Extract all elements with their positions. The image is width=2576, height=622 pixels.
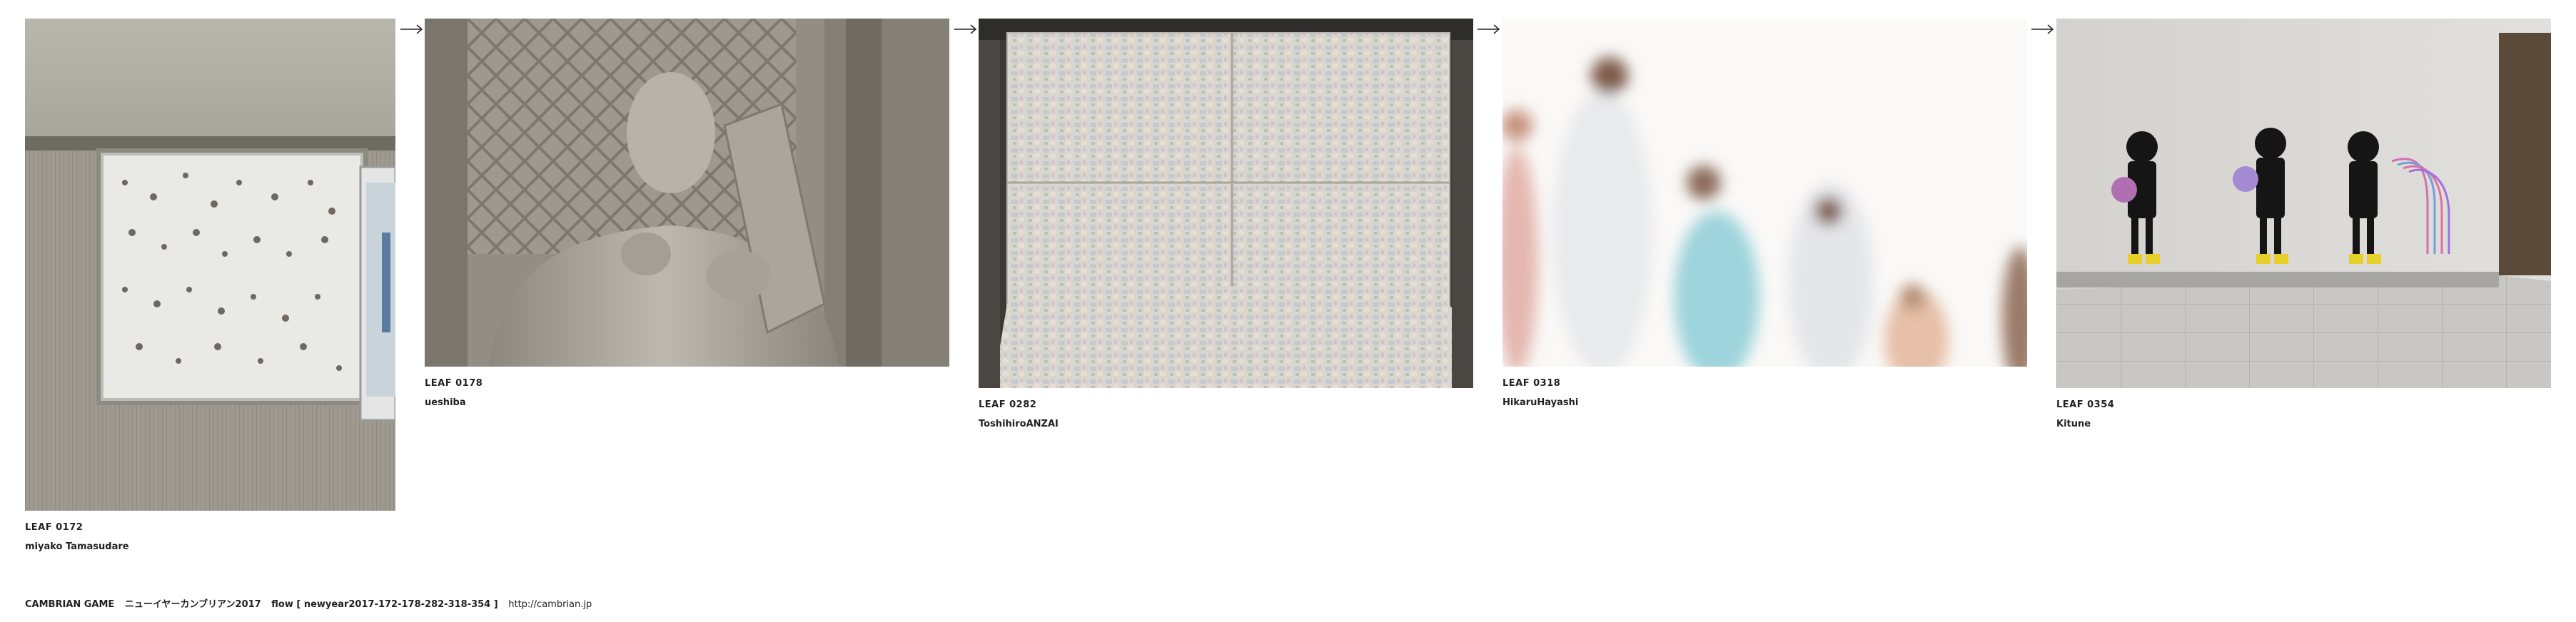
leaf-photo-0282[interactable]	[979, 19, 1473, 388]
leaf-card-0318: LEAF 0318 HikaruHayashi	[1502, 19, 2027, 408]
leaf-number: LEAF 0318	[1502, 378, 1561, 389]
arrow-icon	[954, 24, 978, 35]
footer-url-link[interactable]: http://cambrian.jp	[508, 599, 592, 610]
footer-site-title: CAMBRIAN GAME	[25, 599, 115, 610]
leaf-card-0354: LEAF 0354 Kitune	[2056, 19, 2551, 429]
arrow-icon	[400, 24, 424, 35]
leaf-number: LEAF 0178	[425, 378, 483, 389]
leaf-photo-0172[interactable]	[25, 19, 395, 511]
leaf-photo-0354[interactable]	[2056, 19, 2551, 388]
leaf-author[interactable]: Kitune	[2056, 419, 2551, 429]
footer-event-title: ニューイヤーカンブリアン2017	[124, 599, 261, 610]
leaf-author[interactable]: ueshiba	[425, 397, 949, 408]
arrow-icon	[2031, 24, 2055, 35]
leaf-number: LEAF 0172	[25, 522, 84, 533]
leaf-number: LEAF 0282	[979, 399, 1037, 410]
leaf-photo-0318[interactable]	[1502, 19, 2027, 367]
footer: CAMBRIAN GAME ニューイヤーカンブリアン2017 flow [ ne…	[25, 596, 599, 610]
footer-flow: flow [ newyear2017-172-178-282-318-354 ]	[271, 599, 498, 610]
leaf-author[interactable]: ToshihiroANZAI	[979, 419, 1473, 429]
leaf-card-0172: LEAF 0172 miyako Tamasudare	[25, 19, 395, 552]
arrow-icon	[1477, 24, 1501, 35]
leaf-card-0282: LEAF 0282 ToshihiroANZAI	[979, 19, 1473, 429]
leaf-number: LEAF 0354	[2056, 399, 2115, 410]
leaf-card-0178: LEAF 0178 ueshiba	[425, 19, 949, 408]
page: LEAF 0172 miyako Tamasudare LEAF 0178 ue…	[0, 0, 2576, 622]
leaf-author[interactable]: miyako Tamasudare	[25, 541, 395, 552]
leaf-photo-0178[interactable]	[425, 19, 949, 367]
leaf-author[interactable]: HikaruHayashi	[1502, 397, 2027, 408]
